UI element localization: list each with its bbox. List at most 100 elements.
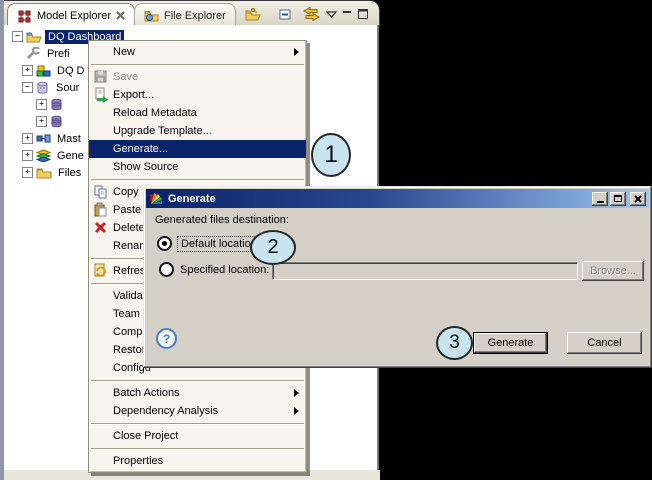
help-icon[interactable]: ? [156, 328, 177, 349]
menu-separator [89, 420, 306, 427]
dialog-body: Generated files destination: Default loc… [146, 208, 649, 365]
dialog-titlebar[interactable]: Generate [146, 189, 649, 208]
database-light-icon [36, 81, 50, 95]
tree-label[interactable]: Gene [54, 149, 87, 163]
default-location-label[interactable]: Default location [178, 237, 260, 251]
wrench-icon [26, 47, 41, 60]
default-location-option[interactable]: Default location [157, 236, 260, 251]
tab-model-explorer[interactable]: Model Explorer [7, 3, 135, 27]
menu-item-save[interactable]: Save [89, 68, 306, 86]
file-explorer-icon [144, 9, 159, 22]
menu-item-generate[interactable]: Generate... [89, 140, 306, 158]
tree-label[interactable] [66, 104, 72, 106]
menu-label: New [113, 46, 135, 58]
menu-item-close-project[interactable]: Close Project [89, 427, 306, 445]
menu-label: Export... [113, 89, 154, 101]
specified-location-input[interactable] [272, 262, 578, 280]
tree-label[interactable]: DQ D [54, 64, 88, 78]
tab-label: File Explorer [164, 10, 226, 22]
delete-icon [93, 220, 109, 236]
expander-minus-icon[interactable]: − [22, 82, 33, 93]
destination-label: Generated files destination: [155, 214, 289, 226]
expander-plus-icon[interactable]: + [22, 65, 33, 76]
minimize-icon[interactable] [340, 6, 354, 22]
specified-location-option[interactable]: Specified location: [159, 262, 269, 277]
menu-label: Reload Metadata [113, 107, 197, 119]
database-dark-icon [50, 115, 63, 128]
menu-separator [89, 176, 306, 183]
menu-item-new[interactable]: New [89, 43, 306, 61]
tree-label[interactable]: Sour [53, 81, 82, 95]
tree-label[interactable]: Prefi [44, 47, 73, 61]
tab-label: Model Explorer [37, 10, 111, 22]
menu-label: Generate... [113, 143, 168, 155]
sync-arrows-icon[interactable] [302, 6, 320, 22]
menu-label: Upgrade Template... [113, 125, 212, 137]
close-icon[interactable] [116, 11, 125, 20]
screenshot-stage: Model Explorer File Explorer [0, 0, 652, 480]
menu-item-upgrade-template[interactable]: Upgrade Template... [89, 122, 306, 140]
menu-label: Paste [113, 204, 141, 216]
annotation-step-2: 2 [250, 230, 296, 265]
folder-closed-icon [36, 167, 52, 179]
menu-label: Copy [113, 186, 139, 198]
menu-label: Dependency Analysis [113, 405, 218, 417]
close-icon[interactable] [630, 192, 646, 206]
menu-label: Delete [113, 222, 145, 234]
collapse-all-icon[interactable] [276, 6, 294, 22]
tree-label[interactable]: Files [55, 166, 84, 180]
view-tabbar: Model Explorer File Explorer [4, 0, 380, 26]
minimize-icon[interactable] [592, 192, 608, 206]
specified-location-label[interactable]: Specified location: [180, 264, 269, 276]
export-icon [93, 87, 109, 103]
radio-unselected-icon[interactable] [159, 262, 174, 277]
browse-button[interactable]: Browse... [582, 261, 644, 281]
menu-item-export[interactable]: Export... [89, 86, 306, 104]
expander-plus-icon[interactable]: + [22, 133, 33, 144]
open-folder-icon[interactable] [244, 6, 262, 22]
layers-icon [36, 149, 51, 162]
folder-open-icon [26, 30, 42, 43]
tab-file-explorer[interactable]: File Explorer [134, 3, 236, 27]
generate-dialog: Generate Generated files destination: De… [143, 186, 652, 368]
menu-item-show-source[interactable]: Show Source [89, 158, 306, 176]
submenu-arrow-icon [294, 48, 299, 56]
menu-item-dependency-analysis[interactable]: Dependency Analysis [89, 402, 306, 420]
rainbow-fan-icon [149, 191, 164, 206]
tree-label[interactable]: Mast [54, 132, 84, 146]
cancel-button[interactable]: Cancel [567, 332, 642, 354]
expander-plus-icon[interactable]: + [22, 167, 33, 178]
menu-item-properties[interactable]: Properties [89, 452, 306, 470]
maximize-icon[interactable] [610, 192, 626, 206]
menu-label: Team [113, 308, 140, 320]
paste-icon [93, 202, 109, 218]
menu-item-reload-metadata[interactable]: Reload Metadata [89, 104, 306, 122]
window-buttons [592, 192, 649, 206]
save-icon [93, 69, 109, 85]
tree-label[interactable] [66, 121, 72, 123]
refresh-icon [93, 263, 109, 279]
generate-button[interactable]: Generate [473, 332, 548, 354]
expander-plus-icon[interactable]: + [36, 99, 47, 110]
annotation-number: 3 [449, 332, 460, 354]
annotation-step-3: 3 [436, 326, 473, 360]
submenu-arrow-icon [294, 407, 299, 415]
menu-label: Save [113, 71, 138, 83]
menu-separator [89, 445, 306, 452]
view-menu-chevron-icon[interactable] [324, 6, 338, 22]
dialog-title: Generate [168, 193, 216, 205]
menu-label: Show Source [113, 161, 178, 173]
submenu-arrow-icon [294, 389, 299, 397]
menu-item-batch-actions[interactable]: Batch Actions [89, 384, 306, 402]
menu-label: Close Project [113, 430, 178, 442]
radio-selected-icon[interactable] [157, 236, 172, 251]
model-explorer-icon [17, 9, 32, 23]
annotation-number: 2 [267, 236, 278, 259]
menu-label: Batch Actions [113, 387, 180, 399]
linked-squares-icon [36, 133, 51, 145]
expander-plus-icon[interactable]: + [36, 116, 47, 127]
annotation-number: 1 [324, 141, 337, 169]
maximize-icon[interactable] [356, 6, 370, 22]
expander-plus-icon[interactable]: + [22, 150, 33, 161]
expander-minus-icon[interactable]: − [12, 31, 23, 42]
